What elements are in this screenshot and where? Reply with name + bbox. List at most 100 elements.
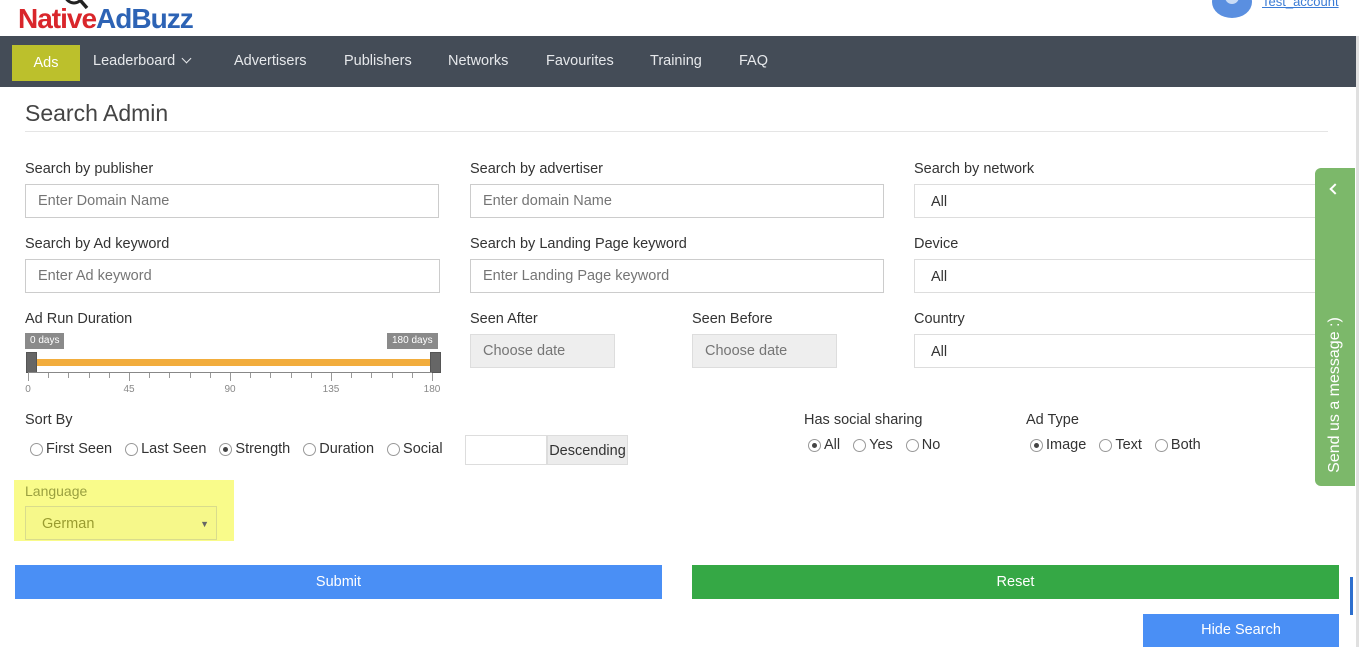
slider-tick-label: 180 (423, 384, 441, 395)
sort-order-button[interactable]: Descending (547, 435, 628, 465)
sort-radio-strength[interactable]: Strength (219, 441, 290, 457)
main-nav: Ads Leaderboard Advertisers Publishers N… (0, 36, 1359, 87)
slider-max-tag: 180 days (387, 333, 438, 349)
slider-tick (351, 373, 353, 378)
sort-radio-last-seen[interactable]: Last Seen (125, 441, 206, 457)
ad-type-radio-group: Image Text Both (1030, 437, 1214, 453)
social-radio-no[interactable]: No (905, 437, 940, 453)
feedback-tab-label: Send us a message :) (1326, 317, 1343, 473)
slider-tick (270, 373, 272, 378)
radio-label: Strength (235, 441, 291, 457)
ad-keyword-input[interactable] (25, 259, 440, 293)
slider-tick (88, 373, 90, 378)
network-select[interactable]: All (914, 184, 1316, 218)
radio-circle[interactable] (125, 442, 139, 456)
country-select[interactable]: All (914, 334, 1316, 368)
slider-tick (432, 373, 433, 381)
radio-circle[interactable] (1030, 438, 1043, 452)
radio-circle[interactable] (1154, 438, 1168, 452)
publisher-input[interactable] (25, 184, 439, 218)
sort-radio-first-seen[interactable]: First Seen (30, 441, 112, 457)
seen-before-date-input[interactable] (692, 334, 837, 368)
slider-tick (391, 373, 393, 378)
slider-tick (108, 373, 110, 378)
social-sharing-label: Has social sharing (804, 412, 923, 428)
scroll-indicator (1350, 577, 1353, 615)
seen-before-label: Seen Before (692, 311, 773, 327)
slider-tick-label: 45 (123, 384, 135, 395)
radio-circle[interactable] (1099, 438, 1113, 452)
adtype-radio-text[interactable]: Text (1099, 437, 1142, 453)
sort-by-label: Sort By (25, 412, 73, 428)
advertiser-input[interactable] (470, 184, 884, 218)
seen-after-date-input[interactable] (470, 334, 615, 368)
sort-radio-duration[interactable]: Duration (303, 441, 374, 457)
submit-button[interactable]: Submit (15, 565, 662, 599)
radio-circle[interactable] (853, 438, 867, 452)
slider-min-tag: 0 days (25, 333, 65, 349)
device-select[interactable]: All (914, 259, 1316, 293)
slider-tick (48, 373, 50, 378)
radio-label: Text (1115, 437, 1142, 453)
hide-search-button[interactable]: Hide Search (1143, 614, 1339, 647)
landing-keyword-input[interactable] (470, 259, 884, 293)
nav-item-ads[interactable]: Ads (12, 45, 80, 81)
nav-item-networks[interactable]: Networks (448, 36, 508, 87)
slider-tick (411, 373, 413, 378)
run-duration-label: Ad Run Duration (25, 311, 133, 327)
nav-item-training[interactable]: Training (650, 36, 702, 87)
radio-circle[interactable] (905, 438, 919, 452)
social-radio-all[interactable]: All (808, 437, 840, 453)
language-value: German (42, 516, 95, 532)
slider-min-handle[interactable] (26, 352, 37, 373)
nav-item-publishers[interactable]: Publishers (344, 36, 412, 87)
slider-tick (149, 373, 151, 378)
slider-tick (250, 373, 252, 378)
publisher-label: Search by publisher (25, 161, 154, 177)
radio-circle[interactable] (219, 442, 233, 456)
title-divider (25, 131, 1328, 132)
adtype-radio-both[interactable]: Both (1154, 437, 1201, 453)
reset-button[interactable]: Reset (692, 565, 1339, 599)
user-name-link[interactable]: Test_account (1262, 0, 1339, 9)
slider-tick (331, 373, 332, 381)
radio-circle[interactable] (30, 442, 43, 456)
slider-tick (28, 373, 29, 381)
radio-circle[interactable] (387, 442, 401, 456)
social-radio-yes[interactable]: Yes (853, 437, 893, 453)
adtype-radio-image[interactable]: Image (1030, 437, 1086, 453)
magnifier-logo-icon (65, 0, 89, 10)
language-select[interactable]: German ▼ (25, 506, 217, 540)
nav-item-faq[interactable]: FAQ (739, 36, 768, 87)
chevron-left-icon (1329, 183, 1341, 195)
duration-slider-track[interactable] (32, 359, 432, 366)
nav-item-leaderboard-label: Leaderboard (93, 53, 176, 69)
landing-keyword-label: Search by Landing Page keyword (470, 236, 687, 252)
slider-tick-label: 135 (322, 384, 340, 395)
slider-tick (209, 373, 211, 378)
slider-tick (371, 373, 373, 378)
seen-after-label: Seen After (470, 311, 538, 327)
radio-circle[interactable] (808, 438, 821, 452)
caret-down-icon: ▼ (200, 519, 209, 529)
nav-item-advertisers[interactable]: Advertisers (234, 36, 307, 87)
radio-label: All (824, 437, 841, 453)
nav-item-leaderboard[interactable]: Leaderboard (93, 36, 192, 87)
language-label: Language (25, 483, 88, 499)
brand-logo[interactable]: NativeAdBuzz (18, 2, 194, 36)
ad-keyword-label: Search by Ad keyword (25, 236, 170, 252)
page-title: Search Admin (25, 100, 169, 126)
radio-circle[interactable] (303, 442, 317, 456)
logo-text-adbuzz: AdBuzz (96, 3, 194, 34)
nav-item-favourites[interactable]: Favourites (546, 36, 614, 87)
slider-tick (169, 373, 171, 378)
slider-tick (189, 373, 191, 378)
slider-max-handle[interactable] (430, 352, 441, 373)
radio-label: Duration (319, 441, 375, 457)
sort-order-field[interactable] (465, 435, 547, 465)
slider-tick (290, 373, 292, 378)
user-avatar[interactable] (1212, 0, 1252, 18)
slider-tick-label: 90 (224, 384, 236, 395)
sort-by-radio-group: First Seen Last Seen Strength Duration Socia… (30, 441, 456, 457)
sort-radio-social[interactable]: Social (387, 441, 443, 457)
